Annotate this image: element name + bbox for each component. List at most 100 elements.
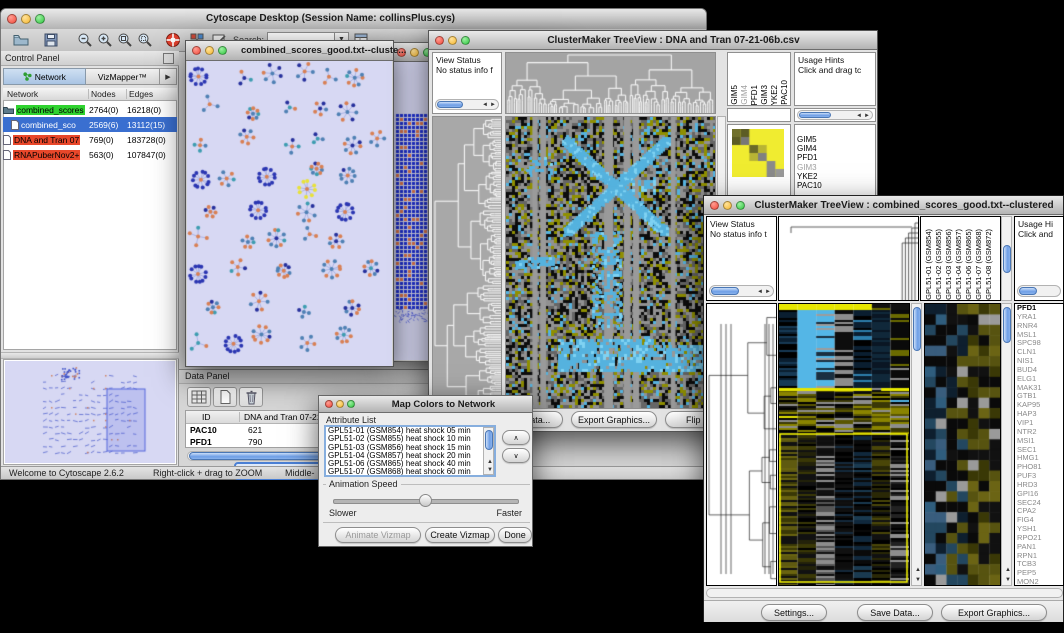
status-hscrollbar[interactable]: ◄ ► xyxy=(709,285,774,297)
main-titlebar[interactable]: Cytoscape Desktop (Session Name: collins… xyxy=(1,9,706,30)
zoom-window-icon[interactable] xyxy=(461,36,470,45)
treeview2-titlebar[interactable]: ClusterMaker TreeView : combined_scores_… xyxy=(704,196,1063,215)
gene-label: MON2 xyxy=(1015,578,1063,586)
scrollbar-thumb[interactable] xyxy=(1019,287,1037,295)
minimize-icon[interactable] xyxy=(723,201,732,210)
scroll-left-icon[interactable]: ◄ xyxy=(482,102,488,108)
scroll-right-icon[interactable]: ► xyxy=(765,289,771,295)
network-row-rnapuber[interactable]: RNAPuberNov2+ 563(0) 107847(0) xyxy=(3,147,177,162)
close-icon[interactable] xyxy=(325,400,333,408)
column-dendrogram-canvas[interactable] xyxy=(779,217,918,300)
help-lifering-icon[interactable] xyxy=(165,32,181,48)
status-hscrollbar[interactable]: ◄ ► xyxy=(435,99,499,110)
open-file-icon[interactable] xyxy=(13,32,29,48)
zoom-vscrollbar[interactable]: ▲ ▼ xyxy=(1001,303,1012,586)
scroll-down-icon[interactable]: ▼ xyxy=(487,467,493,473)
network-row-dna-tran[interactable]: DNA and Tran 07 769(0) 183728(0) xyxy=(3,132,177,147)
treeview1-titlebar[interactable]: ClusterMaker TreeView : DNA and Tran 07-… xyxy=(429,31,877,50)
scrollbar-thumb[interactable] xyxy=(711,287,739,295)
scroll-down-icon[interactable]: ▼ xyxy=(915,577,921,583)
zoom-detail-canvas[interactable] xyxy=(925,304,1000,585)
network-row-combined-scores[interactable]: combined_scores 2764(0) 16218(0) xyxy=(3,102,177,117)
save-data-button[interactable]: Save Data... xyxy=(857,604,933,621)
scrollbar-thumb[interactable] xyxy=(1003,245,1011,273)
bottom-hscrollbar[interactable] xyxy=(706,588,1063,598)
usage-hscrollbar[interactable]: ◄ ► xyxy=(797,110,873,120)
table-grid-icon[interactable] xyxy=(187,387,211,407)
minimize-icon[interactable] xyxy=(21,14,31,24)
create-vizmap-button[interactable]: Create Vizmap xyxy=(425,527,495,543)
zoom-window-icon[interactable] xyxy=(218,46,227,55)
scroll-down-icon[interactable]: ▼ xyxy=(1005,577,1011,583)
column-label: GPL51-07 (GSM868) xyxy=(974,229,984,300)
summary-matrix-canvas[interactable] xyxy=(732,129,784,177)
trash-icon[interactable] xyxy=(239,387,263,407)
move-down-button[interactable]: ∨ xyxy=(502,448,530,463)
zoom-fit-icon[interactable] xyxy=(117,32,133,48)
float-panel-icon[interactable] xyxy=(163,53,174,64)
scroll-up-icon[interactable]: ▲ xyxy=(1005,567,1011,573)
close-icon[interactable] xyxy=(7,14,17,24)
animate-vizmap-button[interactable]: Animate Vizmap xyxy=(335,527,421,543)
scroll-up-icon[interactable]: ▲ xyxy=(915,567,921,573)
scroll-up-icon[interactable]: ▲ xyxy=(487,459,493,465)
tab-more-button[interactable]: ▶ xyxy=(160,68,177,85)
scroll-right-icon[interactable]: ► xyxy=(490,102,496,108)
minimize-icon[interactable] xyxy=(336,400,344,408)
column-label: GPL51-08 (GSM872) xyxy=(984,229,994,300)
tab-network[interactable]: Network xyxy=(3,68,86,85)
scrollbar-thumb[interactable] xyxy=(437,101,463,108)
scrollbar-thumb[interactable] xyxy=(913,307,921,351)
zoom-out-icon[interactable] xyxy=(77,32,93,48)
list-vscrollbar[interactable]: ▲ ▼ xyxy=(483,427,494,475)
zoom-window-icon[interactable] xyxy=(347,400,355,408)
labels-vscrollbar[interactable] xyxy=(1001,216,1012,301)
heatmap-canvas[interactable] xyxy=(506,117,715,408)
network-view-canvas[interactable] xyxy=(187,61,392,366)
window-controls[interactable] xyxy=(7,14,45,24)
zoom-selected-icon[interactable] xyxy=(137,32,153,48)
network-table-header[interactable]: Network Nodes Edges xyxy=(3,88,177,101)
col-header-nodes[interactable]: Nodes xyxy=(89,89,127,99)
move-up-button[interactable]: ∧ xyxy=(502,430,530,445)
minimize-icon[interactable] xyxy=(205,46,214,55)
close-icon[interactable] xyxy=(710,201,719,210)
scrollbar-thumb[interactable] xyxy=(799,112,831,118)
col-header-network[interactable]: Network xyxy=(3,89,89,99)
scrollbar-thumb[interactable] xyxy=(1003,307,1011,343)
zoom-in-icon[interactable] xyxy=(97,32,113,48)
done-button[interactable]: Done xyxy=(498,527,532,543)
heatmap-vscrollbar[interactable]: ▲ ▼ xyxy=(911,303,922,586)
scroll-left-icon[interactable]: ◄ xyxy=(856,113,862,119)
export-graphics-button[interactable]: Export Graphics... xyxy=(571,411,657,428)
save-icon[interactable] xyxy=(43,32,59,48)
scroll-right-icon[interactable]: ► xyxy=(864,113,870,119)
scrollbar-thumb[interactable] xyxy=(485,430,493,450)
close-icon[interactable] xyxy=(435,36,444,45)
usage-hscrollbar[interactable] xyxy=(1017,285,1061,297)
speed-slider-thumb[interactable] xyxy=(419,494,432,507)
column-label: PFD1 xyxy=(750,85,759,105)
scroll-left-icon[interactable]: ◄ xyxy=(757,289,763,295)
new-document-icon[interactable] xyxy=(213,387,237,407)
minimize-icon[interactable] xyxy=(410,48,419,57)
zoom-window-icon[interactable] xyxy=(736,201,745,210)
export-graphics-button[interactable]: Export Graphics... xyxy=(941,604,1047,621)
dialog-titlebar[interactable]: Map Colors to Network xyxy=(319,396,532,413)
column-dendrogram-canvas[interactable] xyxy=(506,53,715,113)
network-overview-canvas[interactable] xyxy=(5,361,175,463)
panel-divider[interactable] xyxy=(1,352,179,359)
id-column-header[interactable]: ID xyxy=(186,412,240,422)
col-header-edges[interactable]: Edges xyxy=(127,89,177,99)
minimize-icon[interactable] xyxy=(448,36,457,45)
row-dendrogram-canvas[interactable] xyxy=(707,304,776,585)
settings-button[interactable]: Settings... xyxy=(761,604,827,621)
tab-vizmapper[interactable]: VizMapper™ xyxy=(86,68,160,85)
zoom-window-icon[interactable] xyxy=(35,14,45,24)
attribute-listbox[interactable]: GPL51-01 (GSM854) heat shock 05 minGPL51… xyxy=(324,425,496,477)
close-icon[interactable] xyxy=(192,46,201,55)
network-row-combined-sco[interactable]: combined_sco 2569(6) 13112(15) xyxy=(3,117,177,132)
heatmap-canvas[interactable] xyxy=(779,304,909,585)
row-dendrogram-canvas[interactable] xyxy=(433,117,501,408)
network-view-titlebar[interactable]: combined_scores_good.txt--cluste... xyxy=(186,41,393,61)
